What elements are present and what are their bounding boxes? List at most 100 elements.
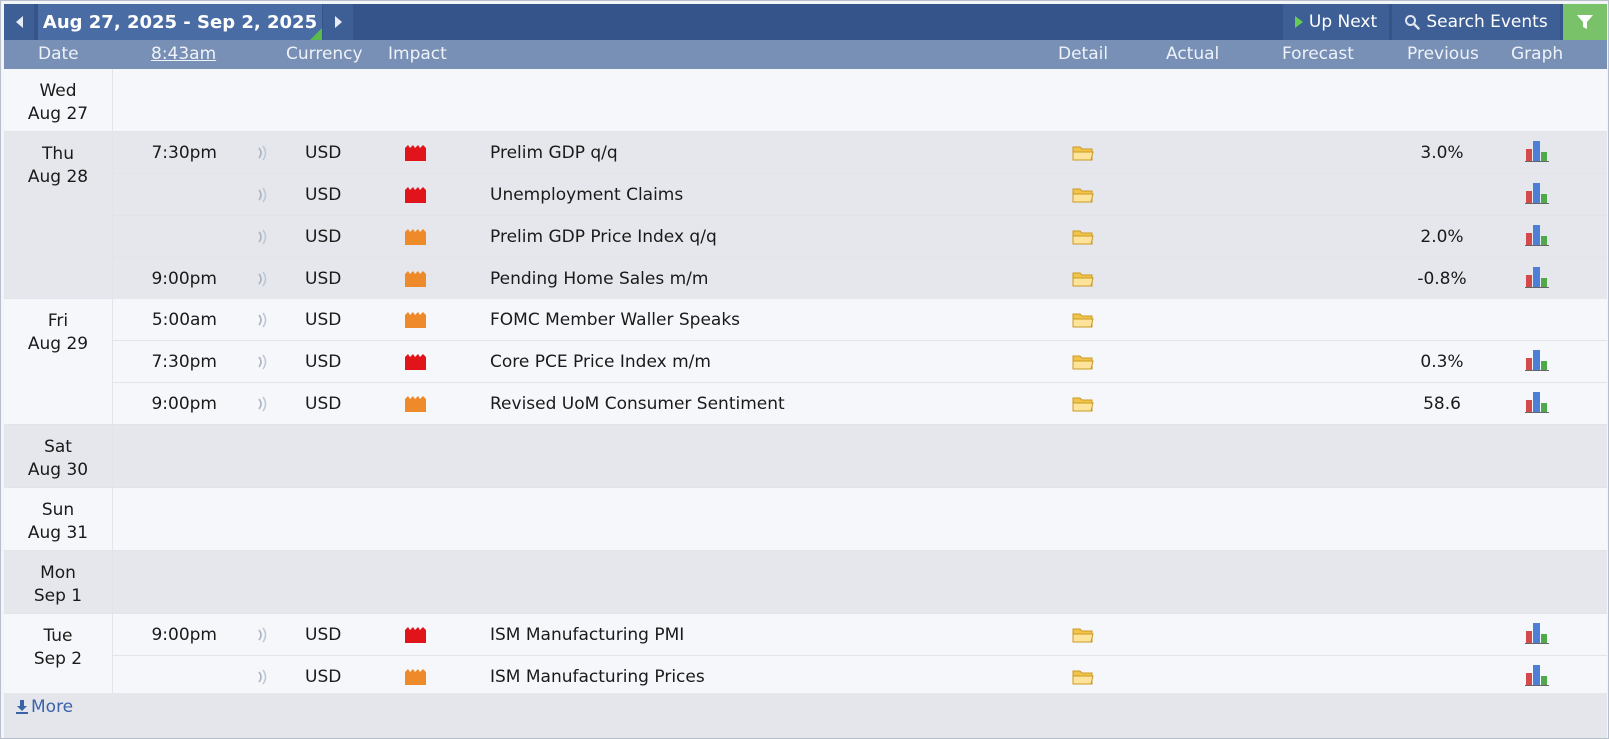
- filter-button[interactable]: [1563, 4, 1607, 40]
- event-row[interactable]: 7:30pm USD Core PCE Price Index m/m 0.3%: [113, 341, 1607, 383]
- sound-alert-icon[interactable]: [256, 668, 270, 686]
- event-currency: USD: [305, 143, 342, 163]
- detail-folder-icon[interactable]: [1072, 144, 1094, 162]
- event-row[interactable]: 9:00pm USD Revised UoM Consumer Sentiment 5…: [113, 383, 1607, 424]
- event-currency: USD: [305, 185, 342, 205]
- up-next-button[interactable]: Up Next: [1283, 4, 1389, 40]
- search-events-button[interactable]: Search Events: [1392, 4, 1560, 40]
- event-name[interactable]: Core PCE Price Index m/m: [490, 352, 711, 372]
- day-group: Mon Sep 1: [4, 551, 1607, 614]
- graph-icon[interactable]: [1525, 391, 1549, 413]
- play-icon: [1294, 16, 1303, 28]
- event-row[interactable]: 5:00am USD FOMC Member Waller Speaks: [113, 299, 1607, 341]
- sound-alert-icon[interactable]: [256, 228, 270, 246]
- header-forecast: Forecast: [1282, 44, 1354, 64]
- search-icon: [1405, 15, 1421, 30]
- event-time: 9:00pm: [151, 625, 217, 645]
- arrow-left-icon: [15, 16, 23, 28]
- graph-icon[interactable]: [1525, 140, 1549, 162]
- event-row[interactable]: 9:00pm USD ISM Manufacturing PMI: [113, 614, 1607, 656]
- detail-folder-icon[interactable]: [1072, 626, 1094, 644]
- event-name[interactable]: FOMC Member Waller Speaks: [490, 310, 740, 330]
- date-label: Sep 1: [33, 586, 83, 606]
- event-name[interactable]: Unemployment Claims: [490, 185, 683, 205]
- detail-folder-icon[interactable]: [1072, 186, 1094, 204]
- weekday-label: Fri: [47, 311, 69, 331]
- event-currency: USD: [305, 269, 342, 289]
- event-row[interactable]: 9:00pm USD Pending Home Sales m/m -0.8%: [113, 258, 1607, 299]
- more-link[interactable]: More: [16, 697, 73, 717]
- graph-icon[interactable]: [1525, 224, 1549, 246]
- day-group: Thu Aug 28 7:30pm USD Prelim GDP q/q 3.0% USD U…: [4, 132, 1607, 299]
- graph-icon[interactable]: [1525, 266, 1549, 288]
- prev-week-button[interactable]: [4, 4, 34, 40]
- day-group: Tue Sep 2 9:00pm USD ISM Manufacturing PMI US…: [4, 614, 1607, 698]
- header-detail: Detail: [1058, 44, 1109, 64]
- date-label: Aug 29: [27, 334, 89, 354]
- event-name[interactable]: ISM Manufacturing PMI: [490, 625, 684, 645]
- sound-alert-icon[interactable]: [256, 395, 270, 413]
- event-row[interactable]: USD ISM Manufacturing Prices: [113, 656, 1607, 697]
- event-currency: USD: [305, 352, 342, 372]
- date-cell: Fri Aug 29: [4, 299, 113, 424]
- weekday-label: Wed: [39, 81, 77, 101]
- sound-alert-icon[interactable]: [256, 186, 270, 204]
- header-current-time[interactable]: 8:43am: [151, 44, 216, 64]
- impact-folder-icon: [405, 229, 426, 245]
- event-currency: USD: [305, 310, 342, 330]
- event-previous: 3.0%: [1420, 143, 1464, 163]
- graph-icon[interactable]: [1525, 182, 1549, 204]
- impact-folder-icon: [405, 145, 426, 161]
- next-week-button[interactable]: [323, 4, 353, 40]
- weekday-label: Thu: [42, 144, 74, 164]
- header-date: Date: [38, 44, 79, 64]
- more-label: More: [31, 697, 74, 717]
- event-name[interactable]: Revised UoM Consumer Sentiment: [490, 394, 785, 414]
- calendar-table: Wed Aug 27 Thu Aug 28 7:30pm USD Prelim GDP q/…: [4, 69, 1607, 698]
- event-previous: 2.0%: [1420, 227, 1464, 247]
- event-name[interactable]: Prelim GDP q/q: [490, 143, 618, 163]
- date-cell: Thu Aug 28: [4, 132, 113, 298]
- sound-alert-icon[interactable]: [256, 626, 270, 644]
- impact-folder-icon: [405, 271, 426, 287]
- graph-icon[interactable]: [1525, 622, 1549, 644]
- detail-folder-icon[interactable]: [1072, 353, 1094, 371]
- date-cell: Mon Sep 1: [4, 551, 113, 613]
- toolbar: Aug 27, 2025 - Sep 2, 2025 Up Next Searc…: [4, 4, 1607, 40]
- sound-alert-icon[interactable]: [256, 144, 270, 162]
- weekday-label: Mon: [40, 563, 76, 583]
- event-name[interactable]: Pending Home Sales m/m: [490, 269, 708, 289]
- event-currency: USD: [305, 667, 342, 687]
- up-next-label: Up Next: [1308, 12, 1378, 32]
- graph-icon[interactable]: [1525, 349, 1549, 371]
- sound-alert-icon[interactable]: [256, 353, 270, 371]
- date-label: Aug 27: [27, 104, 89, 124]
- day-group: Sat Aug 30: [4, 425, 1607, 488]
- impact-folder-icon: [405, 627, 426, 643]
- header-graph: Graph: [1511, 44, 1564, 64]
- sound-alert-icon[interactable]: [256, 270, 270, 288]
- detail-folder-icon[interactable]: [1072, 270, 1094, 288]
- detail-folder-icon[interactable]: [1072, 311, 1094, 329]
- event-row[interactable]: 7:30pm USD Prelim GDP q/q 3.0%: [113, 132, 1607, 174]
- detail-folder-icon[interactable]: [1072, 395, 1094, 413]
- arrow-right-icon: [334, 16, 342, 28]
- detail-folder-icon[interactable]: [1072, 668, 1094, 686]
- event-name[interactable]: Prelim GDP Price Index q/q: [490, 227, 717, 247]
- graph-icon[interactable]: [1525, 664, 1549, 686]
- event-name[interactable]: ISM Manufacturing Prices: [490, 667, 705, 687]
- footer: More: [4, 693, 1607, 738]
- date-range-picker[interactable]: Aug 27, 2025 - Sep 2, 2025: [38, 4, 322, 40]
- event-row[interactable]: USD Unemployment Claims: [113, 174, 1607, 216]
- event-currency: USD: [305, 394, 342, 414]
- date-cell: Tue Sep 2: [4, 614, 113, 697]
- event-currency: USD: [305, 625, 342, 645]
- detail-folder-icon[interactable]: [1072, 228, 1094, 246]
- impact-folder-icon: [405, 187, 426, 203]
- event-row[interactable]: USD Prelim GDP Price Index q/q 2.0%: [113, 216, 1607, 258]
- date-cell: Sat Aug 30: [4, 425, 113, 487]
- sound-alert-icon[interactable]: [256, 311, 270, 329]
- column-header-row: Date 8:43am Currency Impact Detail Actua…: [4, 40, 1607, 69]
- header-currency: Currency: [286, 44, 363, 64]
- date-label: Aug 28: [27, 167, 89, 187]
